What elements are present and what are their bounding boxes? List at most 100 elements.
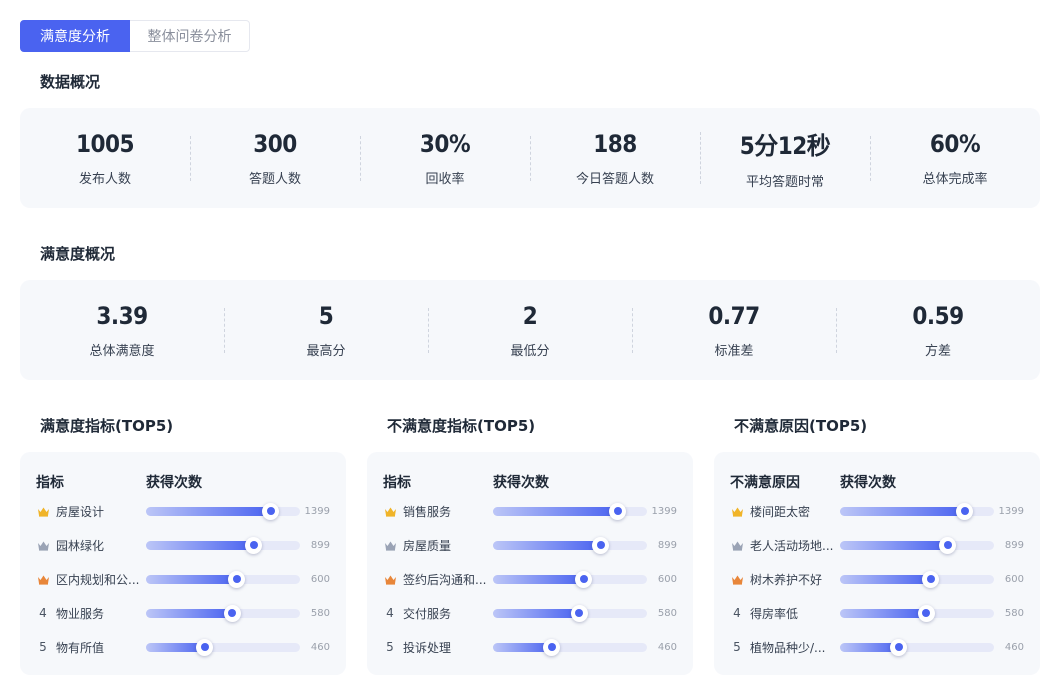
progress-track <box>493 570 647 588</box>
row-count: 460 <box>1004 641 1024 653</box>
progress-track <box>146 570 300 588</box>
row-count: 600 <box>1004 573 1024 585</box>
crown-silver-icon <box>36 538 50 552</box>
crown-silver-icon <box>383 538 397 552</box>
column-header-count: 获得次数 <box>840 475 896 491</box>
row-count: 1399 <box>304 505 330 517</box>
rank-table-panel: 指标 获得次数 房屋设计 1399 园林绿化 899 区内规划和公... 600 4 物业服务 58… <box>20 452 346 675</box>
overview-stat-label: 回收率 <box>425 171 465 187</box>
overview-stat-value: 30% <box>419 129 471 158</box>
rank-table-title: 不满意原因(TOP5) <box>734 417 868 435</box>
progress-fill <box>146 574 237 584</box>
satisfaction-stat-value: 5 <box>318 301 334 330</box>
column-header-count: 获得次数 <box>146 475 202 491</box>
satisfaction-stat: 5 最高分 <box>224 302 428 359</box>
progress-fill <box>146 608 233 618</box>
progress-knob <box>543 638 561 656</box>
progress-knob <box>609 502 627 520</box>
table-row: 5 物有所值 460 <box>36 637 330 657</box>
progress-track <box>146 604 300 622</box>
progress-knob <box>196 638 214 656</box>
progress-fill <box>493 506 618 516</box>
rank-number: 4 <box>386 606 394 620</box>
table-row: 房屋设计 1399 <box>36 501 330 521</box>
satisfaction-stat: 2 最低分 <box>428 302 632 359</box>
overview-stat-label: 发布人数 <box>78 171 131 187</box>
progress-knob <box>245 536 263 554</box>
rank-table-title: 不满意度指标(TOP5) <box>387 417 536 435</box>
progress-fill <box>493 608 580 618</box>
progress-knob <box>922 570 940 588</box>
satisfaction-stat: 0.77 标准差 <box>632 302 836 359</box>
overview-stat-value: 60% <box>929 129 981 158</box>
table-row: 区内规划和公... 600 <box>36 569 330 589</box>
overview-stat: 5分12秒 平均答题时常 <box>700 126 870 190</box>
satisfaction-stat: 0.59 方差 <box>836 302 1040 359</box>
progress-knob <box>223 604 241 622</box>
satisfaction-stat-label: 标准差 <box>714 343 754 359</box>
overview-stat: 188 今日答题人数 <box>530 130 700 187</box>
rank-table-panel: 不满意原因 获得次数楼间距太密 1399 老人活动场地... 899 树木养护不好 600 4… <box>714 452 1040 675</box>
table-row: 销售服务 1399 <box>383 501 677 521</box>
progress-knob <box>890 638 908 656</box>
crown-gold-icon <box>383 504 397 518</box>
row-count: 460 <box>657 641 677 653</box>
satisfaction-stat-value: 3.39 <box>96 301 148 330</box>
table-row: 5 植物品种少/... 460 <box>730 637 1024 657</box>
rank-number: 4 <box>733 606 741 620</box>
table-row: 4 物业服务 580 <box>36 603 330 623</box>
table-row: 4 得房率低 580 <box>730 603 1024 623</box>
satisfaction-stat-label: 最高分 <box>306 343 346 359</box>
progress-track <box>493 638 647 656</box>
row-count: 1399 <box>651 505 677 517</box>
rank-number: 5 <box>386 640 394 654</box>
crown-gold-icon <box>36 504 50 518</box>
tab-satisfaction-analysis[interactable]: 满意度分析 <box>20 20 130 52</box>
rank-number: 5 <box>733 640 741 654</box>
row-count: 899 <box>1004 539 1024 551</box>
progress-knob <box>939 536 957 554</box>
tab-overall-analysis[interactable]: 整体问卷分析 <box>130 20 250 52</box>
rank-table-panel: 指标 获得次数 销售服务 1399 房屋质量 899 签约后沟通和... 600 4 交付服务 58… <box>367 452 693 675</box>
progress-track <box>840 604 994 622</box>
overview-stat: 60% 总体完成率 <box>870 130 1040 187</box>
crown-bronze-icon <box>383 572 397 586</box>
progress-knob <box>917 604 935 622</box>
table-row: 楼间距太密 1399 <box>730 501 1024 521</box>
progress-track <box>146 638 300 656</box>
satisfaction-panel: 3.39 总体满意度 5 最高分 2 最低分 0.77 标准差 0.59 方差 <box>20 280 1040 380</box>
overview-stat-label: 今日答题人数 <box>575 171 654 187</box>
table-row: 房屋质量 899 <box>383 535 677 555</box>
table-row: 树木养护不好 600 <box>730 569 1024 589</box>
progress-fill <box>493 540 601 550</box>
satisfaction-stat-value: 0.77 <box>708 301 760 330</box>
table-row: 老人活动场地... 899 <box>730 535 1024 555</box>
progress-track <box>493 604 647 622</box>
satisfaction-stat: 3.39 总体满意度 <box>20 302 224 359</box>
overview-stat-value: 300 <box>253 129 297 158</box>
row-count: 600 <box>310 573 330 585</box>
row-count: 580 <box>1004 607 1024 619</box>
overview-stat-label: 总体完成率 <box>922 171 988 187</box>
progress-track <box>493 502 647 520</box>
overview-title: 数据概况 <box>40 73 101 91</box>
rank-number: 5 <box>39 640 47 654</box>
satisfaction-stat-value: 0.59 <box>912 301 964 330</box>
row-count: 1399 <box>998 505 1024 517</box>
column-header-count: 获得次数 <box>493 475 549 491</box>
progress-track <box>146 536 300 554</box>
overview-panel: 1005 发布人数 300 答题人数 30% 回收率 188 今日答题人数 5分12秒 平均答题时… <box>20 108 1040 208</box>
progress-knob <box>592 536 610 554</box>
progress-knob <box>570 604 588 622</box>
row-count: 899 <box>310 539 330 551</box>
overview-stat-label: 答题人数 <box>248 171 301 187</box>
column-header-indicator: 不满意原因 <box>730 475 800 491</box>
satisfaction-title: 满意度概况 <box>40 245 116 263</box>
progress-fill <box>146 540 254 550</box>
overview-stat-label: 平均答题时常 <box>745 175 824 190</box>
tab-bar: 满意度分析 整体问卷分析 <box>20 20 250 52</box>
progress-fill <box>493 574 584 584</box>
rank-number: 4 <box>39 606 47 620</box>
progress-fill <box>840 574 931 584</box>
progress-fill <box>840 506 965 516</box>
